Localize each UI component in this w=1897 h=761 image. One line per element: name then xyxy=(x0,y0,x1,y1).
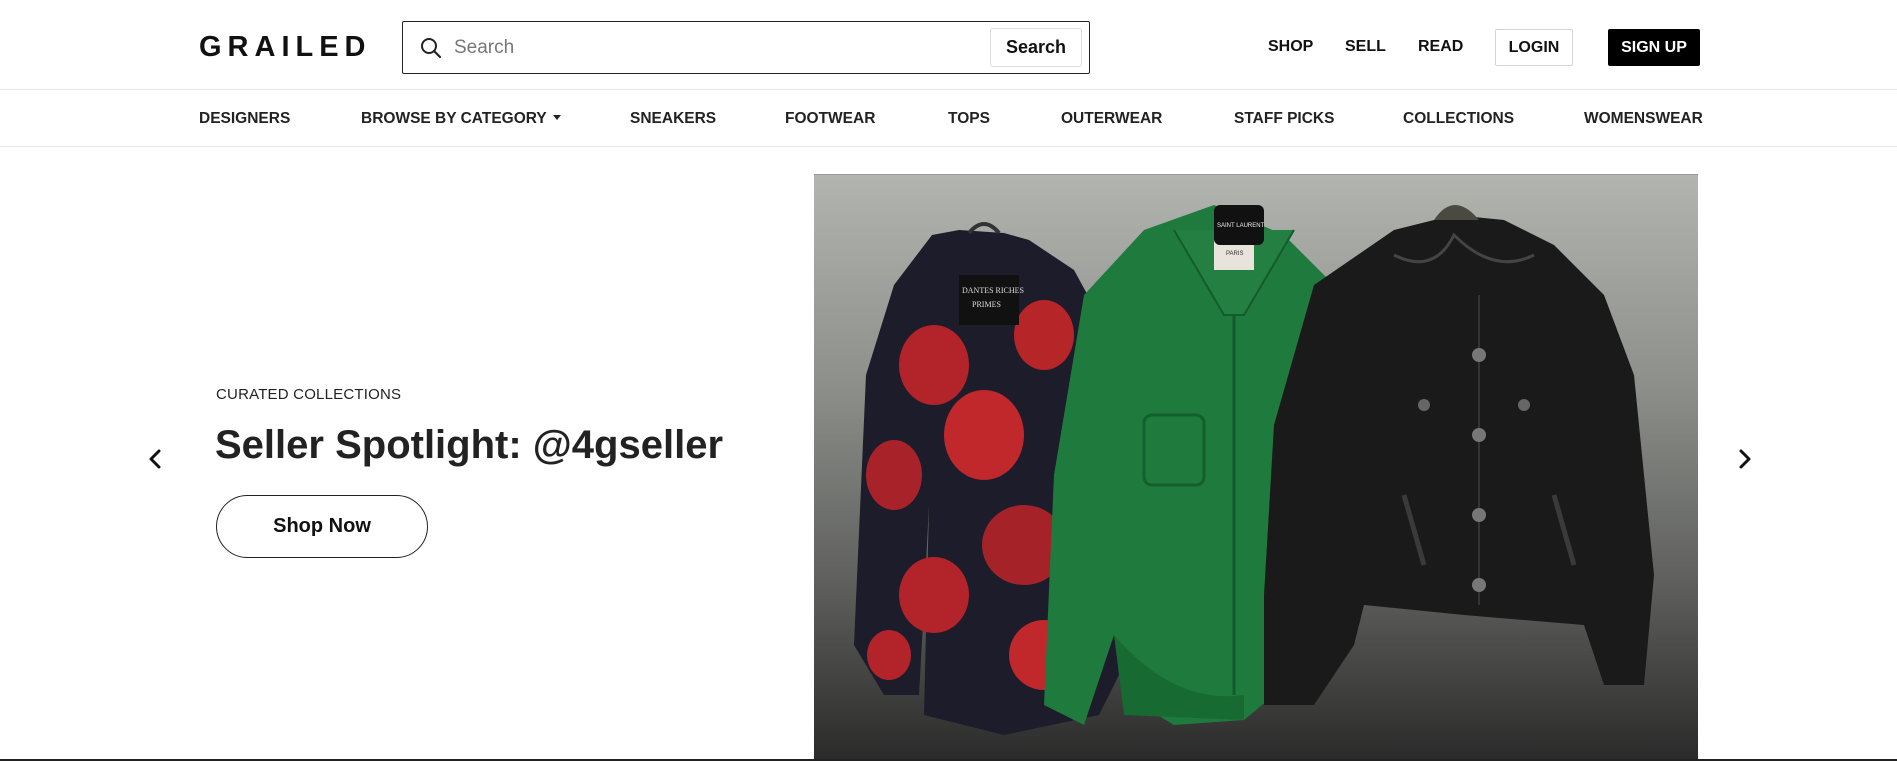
category-womenswear[interactable]: WOMENSWEAR xyxy=(1584,91,1703,147)
search-icon xyxy=(421,38,442,59)
site-header: GRAILED Search SHOP SELL READ LOGIN SIGN… xyxy=(0,0,1897,90)
category-footwear[interactable]: FOOTWEAR xyxy=(785,91,875,147)
search-button[interactable]: Search xyxy=(990,28,1082,67)
category-sneakers[interactable]: SNEAKERS xyxy=(630,91,716,147)
hero-eyebrow: CURATED COLLECTIONS xyxy=(216,386,402,403)
category-staff-picks[interactable]: STAFF PICKS xyxy=(1234,91,1334,147)
green-jacket-brand-sub: PARIS xyxy=(1226,251,1244,257)
floral-label-text-2: PRIMES xyxy=(972,300,1001,309)
nav-sell-link[interactable]: SELL xyxy=(1345,29,1386,65)
hero-image[interactable]: DANTES RICHES PRIMES SAINT LAURENT PARIS xyxy=(814,174,1698,761)
category-tops[interactable]: TOPS xyxy=(948,91,990,147)
chevron-left-icon[interactable] xyxy=(141,444,171,474)
category-collections[interactable]: COLLECTIONS xyxy=(1403,91,1514,147)
caret-down-icon xyxy=(552,115,561,120)
hero-title: Seller Spotlight: @4gseller xyxy=(215,423,724,467)
category-designers[interactable]: DESIGNERS xyxy=(199,91,290,147)
login-button[interactable]: LOGIN xyxy=(1495,29,1573,66)
floral-label-text-1: DANTES RICHES xyxy=(962,286,1024,295)
green-jacket-brand: SAINT LAURENT xyxy=(1217,223,1265,229)
hero-garments-illustration: DANTES RICHES PRIMES SAINT LAURENT PARIS xyxy=(854,205,1654,735)
search-bar: Search xyxy=(402,21,1090,74)
nav-shop-link[interactable]: SHOP xyxy=(1268,29,1313,65)
category-outerwear[interactable]: OUTERWEAR xyxy=(1061,91,1162,147)
black-jacket xyxy=(1264,205,1654,705)
grailed-logo[interactable]: GRAILED xyxy=(199,30,372,64)
category-nav: DESIGNERS BROWSE BY CATEGORY SNEAKERS FO… xyxy=(0,91,1897,147)
category-browse-by-category[interactable]: BROWSE BY CATEGORY xyxy=(361,91,561,147)
shop-now-button[interactable]: Shop Now xyxy=(216,495,428,558)
nav-read-link[interactable]: READ xyxy=(1418,29,1463,65)
search-input[interactable] xyxy=(454,30,984,66)
chevron-right-icon[interactable] xyxy=(1729,444,1759,474)
signup-button[interactable]: SIGN UP xyxy=(1608,29,1700,66)
category-browse-label: BROWSE BY CATEGORY xyxy=(361,110,547,127)
